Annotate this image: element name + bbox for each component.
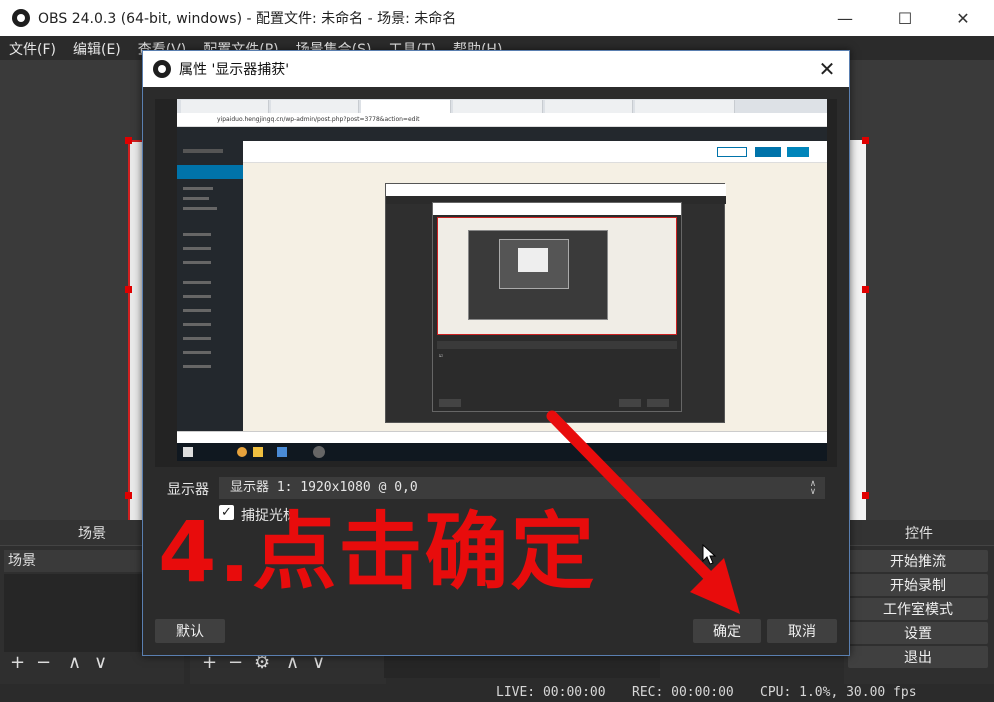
annotation-text: 4.点击确定 [158,503,597,601]
resize-handle[interactable] [862,286,869,293]
ok-button[interactable]: 确定 [693,619,761,643]
start-recording-button[interactable]: 开始录制 [848,574,988,596]
display-label: 显示器 [167,482,209,498]
remove-scene-icon[interactable]: − [36,652,51,673]
browser-address-bar: yipaiduo.hengjingq.cn/wp-admin/post.php?… [177,113,827,127]
status-bar: LIVE: 00:00:00 REC: 00:00:00 CPU: 1.0%, … [0,684,994,702]
cancel-button[interactable]: 取消 [767,619,837,643]
minimize-button[interactable]: — [822,0,868,36]
dialog-close-icon[interactable]: ✕ [813,55,841,83]
controls-dock: 控件 开始推流 开始录制 工作室模式 设置 退出 [844,520,994,684]
live-timer: LIVE: 00:00:00 [496,685,606,700]
menu-file[interactable]: 文件(F) [0,36,64,60]
defaults-button[interactable]: 默认 [155,619,225,643]
mouse-cursor-icon [702,544,717,565]
settings-button[interactable]: 设置 [848,622,988,644]
dialog-titlebar: 属性 '显示器捕获' ✕ [143,51,849,87]
resize-handle[interactable] [862,492,869,499]
menu-edit[interactable]: 编辑(E) [64,36,129,60]
display-select-value: 显示器 1: 1920x1080 @ 0,0 [230,480,418,495]
nested-obs-window: ☑ [385,183,726,423]
move-down-icon[interactable]: ∨ [94,652,107,673]
studio-mode-button[interactable]: 工作室模式 [848,598,988,620]
wp-sidebar [177,141,243,431]
editor-toolbar [243,141,827,163]
rec-timer: REC: 00:00:00 [632,685,734,700]
browser-url: yipaiduo.hengjingq.cn/wp-admin/post.php?… [217,116,420,123]
start-streaming-button[interactable]: 开始推流 [848,550,988,572]
obs-logo-icon [153,60,171,78]
select-spinner-icon[interactable]: ∧ ∨ [806,480,820,497]
close-button[interactable]: ✕ [940,0,986,36]
capture-preview: yipaiduo.hengjingq.cn/wp-admin/post.php?… [155,99,837,467]
nested-properties-dialog: ☑ [432,202,682,412]
maximize-button[interactable]: ☐ [882,0,928,36]
resize-handle[interactable] [125,492,132,499]
resize-handle[interactable] [862,137,869,144]
display-select[interactable]: 显示器 1: 1920x1080 @ 0,0 ∧ ∨ [219,477,825,499]
dialog-title: 属性 '显示器捕获' [179,62,290,78]
windows-taskbar [177,443,827,461]
exit-button[interactable]: 退出 [848,646,988,668]
cpu-fps: CPU: 1.0%, 30.00 fps [760,685,917,700]
controls-dock-title: 控件 [844,520,994,546]
wp-editor: ☑ [243,141,827,431]
browser-tab-strip [177,99,827,113]
captured-desktop-image: yipaiduo.hengjingq.cn/wp-admin/post.php?… [177,99,827,461]
resize-handle[interactable] [125,137,132,144]
window-titlebar: OBS 24.0.3 (64-bit, windows) - 配置文件: 未命名… [0,0,994,36]
wp-admin-bar [177,127,827,141]
obs-logo-icon [12,9,30,27]
resize-handle[interactable] [125,286,132,293]
download-bar [177,431,827,443]
move-up-icon[interactable]: ∧ [68,652,81,673]
window-title: OBS 24.0.3 (64-bit, windows) - 配置文件: 未命名… [38,11,457,27]
add-scene-icon[interactable]: + [10,652,25,673]
